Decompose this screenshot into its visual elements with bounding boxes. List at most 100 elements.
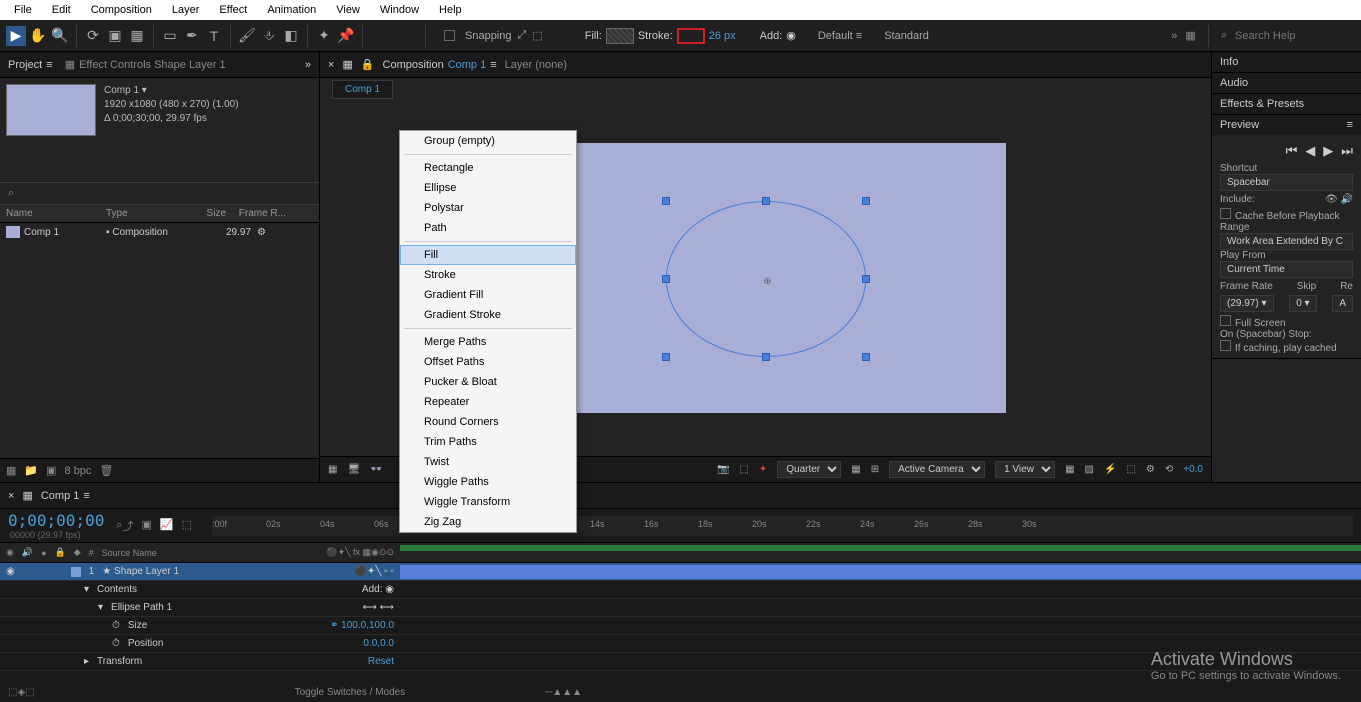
mb-icon[interactable]: ⬚: [182, 518, 192, 534]
brush-tool-icon[interactable]: 🖌: [237, 26, 257, 46]
ctx-item-round-corners[interactable]: Round Corners: [400, 412, 576, 432]
last-frame-icon[interactable]: ⏭: [1341, 143, 1353, 159]
panel-effects-presets[interactable]: Effects & Presets: [1212, 94, 1361, 114]
selection-tool-icon[interactable]: ▶: [6, 26, 26, 46]
graph-icon[interactable]: 📈: [160, 518, 174, 534]
cache-checkbox[interactable]: [1220, 208, 1231, 219]
ctx-item-ellipse[interactable]: Ellipse: [400, 178, 576, 198]
tab-composition[interactable]: Composition Comp 1 ≡: [383, 59, 497, 71]
panel-info[interactable]: Info: [1212, 52, 1361, 72]
timeline-close-icon[interactable]: ×: [8, 490, 14, 502]
folder-icon[interactable]: 📁: [24, 464, 38, 477]
lock-icon[interactable]: 🔒: [361, 58, 375, 71]
comp-thumbnail[interactable]: [6, 84, 96, 136]
camera-dropdown[interactable]: Active Camera: [889, 461, 985, 478]
exposure-value[interactable]: +0.0: [1183, 464, 1203, 475]
menu-view[interactable]: View: [326, 4, 370, 16]
range-value[interactable]: Work Area Extended By C: [1220, 233, 1353, 250]
pixel-icon[interactable]: ▨: [1085, 464, 1094, 475]
puppet-tool-icon[interactable]: 📌: [336, 26, 356, 46]
workspace-standard[interactable]: Standard: [884, 30, 929, 42]
handle-bl[interactable]: [662, 353, 670, 361]
zoom-in-icon[interactable]: ▲▲: [562, 687, 582, 698]
display-icon[interactable]: 🖥: [347, 464, 360, 475]
play-icon[interactable]: ▶: [1323, 143, 1333, 159]
layer-label-color[interactable]: [71, 567, 81, 577]
ctx-item-rectangle[interactable]: Rectangle: [400, 158, 576, 178]
handle-tc[interactable]: [762, 197, 770, 205]
cube-icon[interactable]: ▦: [1065, 464, 1074, 475]
ctx-item-group-empty-[interactable]: Group (empty): [400, 131, 576, 151]
stroke-width[interactable]: 26 px: [709, 30, 736, 42]
resolution-dropdown[interactable]: Quarter: [777, 461, 841, 478]
layer-ellipse-row[interactable]: ▾ Ellipse Path 1⟷ ⟷: [0, 599, 1361, 617]
ctx-item-merge-paths[interactable]: Merge Paths: [400, 332, 576, 352]
include-video-icon[interactable]: 👁: [1325, 194, 1338, 205]
menu-layer[interactable]: Layer: [162, 4, 210, 16]
ctx-item-polystar[interactable]: Polystar: [400, 198, 576, 218]
fullscreen-checkbox[interactable]: [1220, 315, 1231, 326]
menu-file[interactable]: File: [4, 4, 42, 16]
ctx-item-wiggle-transform[interactable]: Wiggle Transform: [400, 492, 576, 512]
timecode[interactable]: 0;00;00;00: [8, 511, 104, 530]
shy-icon[interactable]: ⤴: [123, 518, 134, 534]
first-frame-icon[interactable]: ⏮: [1286, 143, 1298, 159]
tab-layer-none[interactable]: Layer (none): [505, 59, 567, 71]
interpret-icon[interactable]: ▦: [6, 464, 16, 477]
color-mgmt-icon[interactable]: ✦: [759, 464, 767, 475]
layer-contents-row[interactable]: ▾ ContentsAdd: ◉: [0, 581, 1361, 599]
ctx-item-pucker-bloat[interactable]: Pucker & Bloat: [400, 372, 576, 392]
mb-btn-icon[interactable]: ⬚: [25, 687, 34, 698]
menu-animation[interactable]: Animation: [257, 4, 326, 16]
exposure-reset-icon[interactable]: ⟲: [1165, 464, 1173, 475]
res-value[interactable]: A: [1332, 295, 1353, 312]
eye-toggle-icon[interactable]: ◉: [6, 566, 15, 577]
lock-column-icon[interactable]: 🔒: [55, 547, 66, 558]
menu-composition[interactable]: Composition: [81, 4, 162, 16]
shortcut-value[interactable]: Spacebar: [1220, 174, 1353, 191]
grid-icon[interactable]: ⊞: [871, 464, 879, 475]
menu-effect[interactable]: Effect: [209, 4, 257, 16]
prev-frame-icon[interactable]: ◀: [1305, 143, 1315, 159]
ctx-item-twist[interactable]: Twist: [400, 452, 576, 472]
layer-row-shape1[interactable]: ◉ 1 ★ Shape Layer 1 ⚫✦╲ ▫ ▫: [0, 563, 1361, 581]
3d-icon[interactable]: ▣: [142, 518, 152, 534]
tab-project[interactable]: Project ≡: [8, 59, 53, 71]
solo-column-icon[interactable]: ●: [41, 548, 46, 558]
handle-ml[interactable]: [662, 275, 670, 283]
channel-icon[interactable]: ⬚: [739, 464, 748, 475]
playfrom-value[interactable]: Current Time: [1220, 261, 1353, 278]
layer-size-row[interactable]: ⏱ Size⚭ 100.0,100.0: [0, 617, 1361, 635]
new-comp-icon[interactable]: ▣: [46, 464, 56, 477]
ctx-item-stroke[interactable]: Stroke: [400, 265, 576, 285]
toggle-switches-button[interactable]: Toggle Switches / Modes: [295, 687, 406, 698]
label-column-icon[interactable]: ◆: [74, 547, 81, 558]
ctx-item-zig-zag[interactable]: Zig Zag: [400, 512, 576, 532]
project-search[interactable]: ⌕: [0, 182, 319, 205]
panel-overflow-icon[interactable]: »: [305, 59, 311, 71]
snapshot-icon[interactable]: 📷: [717, 464, 729, 475]
comp-subtab[interactable]: Comp 1: [332, 80, 393, 99]
menu-window[interactable]: Window: [370, 4, 429, 16]
workspace-menu-icon[interactable]: ▦: [1185, 29, 1195, 42]
work-area-bar[interactable]: [400, 545, 1361, 551]
glasses-icon[interactable]: 👓: [370, 464, 382, 475]
search-input[interactable]: [1235, 30, 1355, 42]
caching-checkbox[interactable]: [1220, 340, 1231, 351]
ctx-item-gradient-stroke[interactable]: Gradient Stroke: [400, 305, 576, 325]
frame-blend-icon[interactable]: ◈: [17, 687, 25, 698]
skip-value[interactable]: 0 ▾: [1289, 295, 1316, 312]
workspace-default[interactable]: Default ≡: [818, 30, 862, 42]
eraser-tool-icon[interactable]: ◧: [281, 26, 301, 46]
handle-br[interactable]: [862, 353, 870, 361]
panel-audio[interactable]: Audio: [1212, 73, 1361, 93]
trash-icon[interactable]: 🗑: [99, 464, 113, 477]
ctx-item-gradient-fill[interactable]: Gradient Fill: [400, 285, 576, 305]
panel-menu-icon[interactable]: ≡: [1347, 119, 1353, 131]
stroke-swatch[interactable]: [677, 28, 705, 44]
flowchart-icon[interactable]: ⚙: [257, 227, 266, 238]
tab-effect-controls[interactable]: ▦ Effect Controls Shape Layer 1: [65, 58, 226, 71]
roto-tool-icon[interactable]: ✦: [314, 26, 334, 46]
include-audio-icon[interactable]: 🔊: [1341, 194, 1353, 205]
layer-duration-bar[interactable]: [400, 565, 1361, 579]
